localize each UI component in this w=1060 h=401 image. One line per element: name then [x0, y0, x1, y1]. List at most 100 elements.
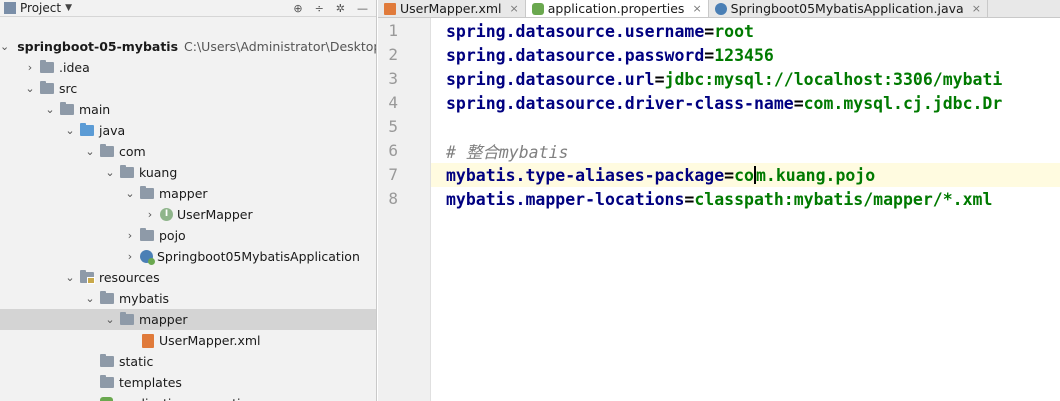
chevron-down-icon[interactable]: ⌄	[0, 40, 9, 53]
line-number: 3	[388, 69, 398, 88]
folder-icon	[40, 81, 54, 94]
tree-item-label: .idea	[59, 60, 90, 75]
chevron-right-icon[interactable]: ›	[144, 208, 156, 221]
editor-tab-label: application.properties	[547, 1, 685, 16]
chevron-down-icon[interactable]: ⌄	[84, 292, 96, 305]
tree-item[interactable]: ⌄ java	[0, 120, 376, 141]
equals-sign: =	[704, 21, 715, 41]
project-panel: Project ▼ ⊕ ÷ ✲ — ⌄ springboot-05-mybatis…	[0, 0, 377, 401]
tree-item[interactable]: › Springboot05MybatisApplication	[0, 246, 376, 267]
editor-tab[interactable]: UserMapper.xml ×	[378, 0, 526, 17]
close-icon[interactable]: ×	[692, 2, 701, 15]
tree-item-label: UserMapper	[177, 207, 253, 222]
tree-item[interactable]: ⌄ com	[0, 141, 376, 162]
line-number: 2	[388, 45, 398, 64]
chevron-down-icon[interactable]: ⌄	[64, 271, 76, 284]
chevron-down-icon[interactable]: ⌄	[24, 82, 36, 95]
spring-class-icon	[140, 250, 155, 265]
property-value: classpath:mybatis/mapper/*.xml	[694, 189, 993, 209]
tree-item[interactable]: ⌄ mybatis	[0, 288, 376, 309]
tree-item[interactable]: ⌄ src	[0, 78, 376, 99]
tree-item-label: com	[119, 144, 146, 159]
tree-item[interactable]: ⌄ mapper	[0, 309, 376, 330]
properties-file-icon	[531, 2, 544, 15]
project-panel-title[interactable]: Project	[20, 1, 61, 15]
tree-item[interactable]: › .idea	[0, 57, 376, 78]
tree-item-label: main	[79, 102, 111, 117]
tree-item-label: UserMapper.xml	[159, 333, 261, 348]
hide-panel-icon[interactable]: —	[357, 2, 368, 15]
tree-item[interactable]: ⌄ kuang	[0, 162, 376, 183]
tree-item-label: mapper	[139, 312, 188, 327]
package-icon	[140, 228, 154, 241]
equals-sign: =	[704, 45, 715, 65]
editor-tab-bar: UserMapper.xml × application.properties × Sp…	[378, 0, 1060, 18]
property-key: spring.datasource.username	[446, 21, 705, 41]
tree-item[interactable]: application.properties	[0, 393, 376, 401]
package-icon	[100, 144, 114, 157]
tree-item-label: mybatis	[119, 291, 170, 306]
close-icon[interactable]: ×	[510, 2, 519, 15]
chevron-down-icon[interactable]: ⌄	[124, 187, 136, 200]
code-comment: # 整合mybatis	[446, 143, 569, 162]
chevron-right-icon[interactable]: ›	[24, 61, 36, 74]
tree-item[interactable]: ⌄ resources	[0, 267, 376, 288]
property-value: root	[714, 21, 754, 41]
folder-icon	[60, 102, 74, 115]
property-value: m.kuang.pojo	[755, 165, 876, 185]
tree-item[interactable]: UserMapper.xml	[0, 330, 376, 351]
tree-item[interactable]: › pojo	[0, 225, 376, 246]
folder-icon	[120, 312, 134, 325]
chevron-down-icon[interactable]: ⌄	[64, 124, 76, 137]
package-icon	[140, 186, 154, 199]
tree-item-label: java	[99, 123, 126, 138]
java-class-icon	[714, 2, 727, 15]
property-value: 123456	[714, 45, 774, 65]
interface-icon: I	[160, 208, 173, 221]
editor-gutter: 1 2 3 4 5 6 7 8	[378, 18, 431, 401]
tree-item[interactable]: ⌄ springboot-05-mybatis C:\Users\Administr…	[0, 36, 376, 57]
tree-item-label: application.properties	[118, 396, 255, 401]
property-key: spring.datasource.driver-class-name	[446, 93, 794, 113]
tree-item-label: resources	[99, 270, 160, 285]
code-editor[interactable]: spring.datasource.username = root spring.da…	[431, 18, 1060, 401]
editor-tab-label: Springboot05MybatisApplication.java	[730, 1, 964, 16]
folder-icon	[100, 291, 114, 304]
line-number: 4	[388, 93, 398, 112]
chevron-down-icon[interactable]: ⌄	[104, 313, 116, 326]
collapse-all-icon[interactable]: ÷	[315, 2, 324, 15]
editor-tab[interactable]: Springboot05MybatisApplication.java ×	[709, 0, 988, 17]
code-line: spring.datasource.username = root	[446, 19, 754, 43]
chevron-down-icon[interactable]: ▼	[65, 3, 72, 13]
tree-item[interactable]: static	[0, 351, 376, 372]
tree-item[interactable]: ⌄ mapper	[0, 183, 376, 204]
chevron-right-icon[interactable]: ›	[124, 250, 136, 263]
resources-folder-icon	[80, 270, 95, 284]
project-path: C:\Users\Administrator\Desktop\Sh	[184, 39, 376, 54]
settings-gear-icon[interactable]: ✲	[336, 2, 345, 15]
property-key: mybatis.mapper-locations	[446, 189, 685, 209]
code-line: # 整合mybatis	[446, 139, 568, 163]
tree-item-label: pojo	[159, 228, 186, 243]
locate-icon[interactable]: ⊕	[293, 2, 302, 15]
package-icon	[120, 165, 134, 178]
tree-item[interactable]: ⌄ main	[0, 99, 376, 120]
tree-item[interactable]: › I UserMapper	[0, 204, 376, 225]
close-icon[interactable]: ×	[972, 2, 981, 15]
folder-icon	[100, 375, 114, 388]
source-folder-icon	[80, 123, 94, 136]
tree-item-label: Springboot05MybatisApplication	[157, 249, 360, 264]
folder-icon	[40, 60, 54, 73]
line-number: 1	[388, 21, 398, 40]
chevron-right-icon[interactable]: ›	[124, 229, 136, 242]
chevron-down-icon[interactable]: ⌄	[84, 145, 96, 158]
tree-item[interactable]: templates	[0, 372, 376, 393]
line-number: 8	[388, 189, 398, 208]
code-line: spring.datasource.driver-class-name = com.…	[446, 91, 1002, 115]
chevron-down-icon[interactable]: ⌄	[44, 103, 56, 116]
property-key: spring.datasource.password	[446, 45, 705, 65]
chevron-down-icon[interactable]: ⌄	[104, 166, 116, 179]
code-line: mybatis.type-aliases-package = co m.kuang.p…	[431, 163, 1060, 187]
editor-tab[interactable]: application.properties ×	[525, 0, 709, 17]
tree-item-label: templates	[119, 375, 182, 390]
